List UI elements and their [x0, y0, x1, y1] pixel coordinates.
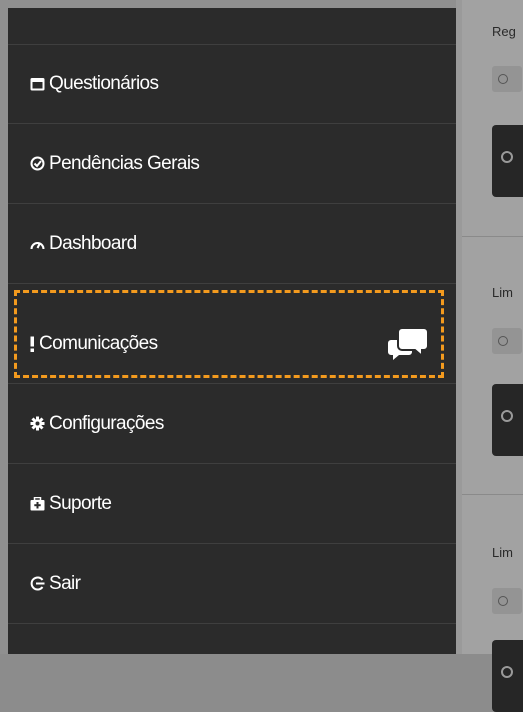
sidebar-item-comunicacoes[interactable]: Comunicações — [8, 304, 456, 384]
sidebar-item-configuracoes[interactable]: Configurações — [8, 384, 456, 464]
action-button[interactable] — [492, 125, 523, 197]
circle-icon — [501, 151, 513, 163]
sidebar-item-label: Configurações — [49, 412, 164, 434]
sidebar-item-pendencias-gerais[interactable]: Pendências Gerais — [8, 124, 456, 204]
field-label: Reg — [492, 24, 516, 39]
gear-icon — [28, 415, 46, 433]
action-button[interactable] — [492, 384, 523, 456]
content-panel: Reg Lim Lim — [456, 0, 523, 712]
sidebar-item-empty — [8, 624, 456, 654]
sidebar-item-sair[interactable]: Sair — [8, 544, 456, 624]
sidebar-item-suporte[interactable]: Suporte — [8, 464, 456, 544]
radio-option[interactable] — [492, 588, 522, 614]
sidebar-item-dashboard[interactable]: Dashboard — [8, 204, 456, 284]
divider — [462, 494, 523, 495]
screen-frame: Questionários Pendências Gerais Dashboar… — [0, 0, 523, 712]
sidebar: Questionários Pendências Gerais Dashboar… — [8, 8, 456, 654]
gauge-icon — [28, 235, 46, 253]
field-label: Lim — [492, 545, 513, 560]
briefcase-medical-icon — [28, 495, 46, 513]
circle-icon — [501, 410, 513, 422]
sidebar-header — [8, 8, 456, 45]
field-label: Lim — [492, 285, 513, 300]
radio-option[interactable] — [492, 328, 522, 354]
sidebar-item-label: Dashboard — [49, 232, 137, 254]
sidebar-item-questionarios[interactable]: Questionários — [8, 44, 456, 124]
sidebar-item-label: Sair — [49, 572, 81, 594]
circle-icon — [501, 666, 513, 678]
sign-out-icon — [28, 575, 46, 593]
exclamation-icon — [28, 335, 36, 353]
sidebar-item-label: Pendências Gerais — [49, 152, 200, 174]
sidebar-item-label: Suporte — [49, 492, 112, 514]
chat-bubbles-icon[interactable] — [388, 326, 430, 362]
divider — [462, 236, 523, 237]
check-circle-icon — [28, 155, 46, 173]
action-button[interactable] — [492, 640, 523, 712]
sidebar-item-label: Comunicações — [39, 332, 158, 354]
sidebar-item-label: Questionários — [49, 72, 159, 94]
radio-option[interactable] — [492, 66, 522, 92]
clipboard-icon — [28, 75, 46, 93]
